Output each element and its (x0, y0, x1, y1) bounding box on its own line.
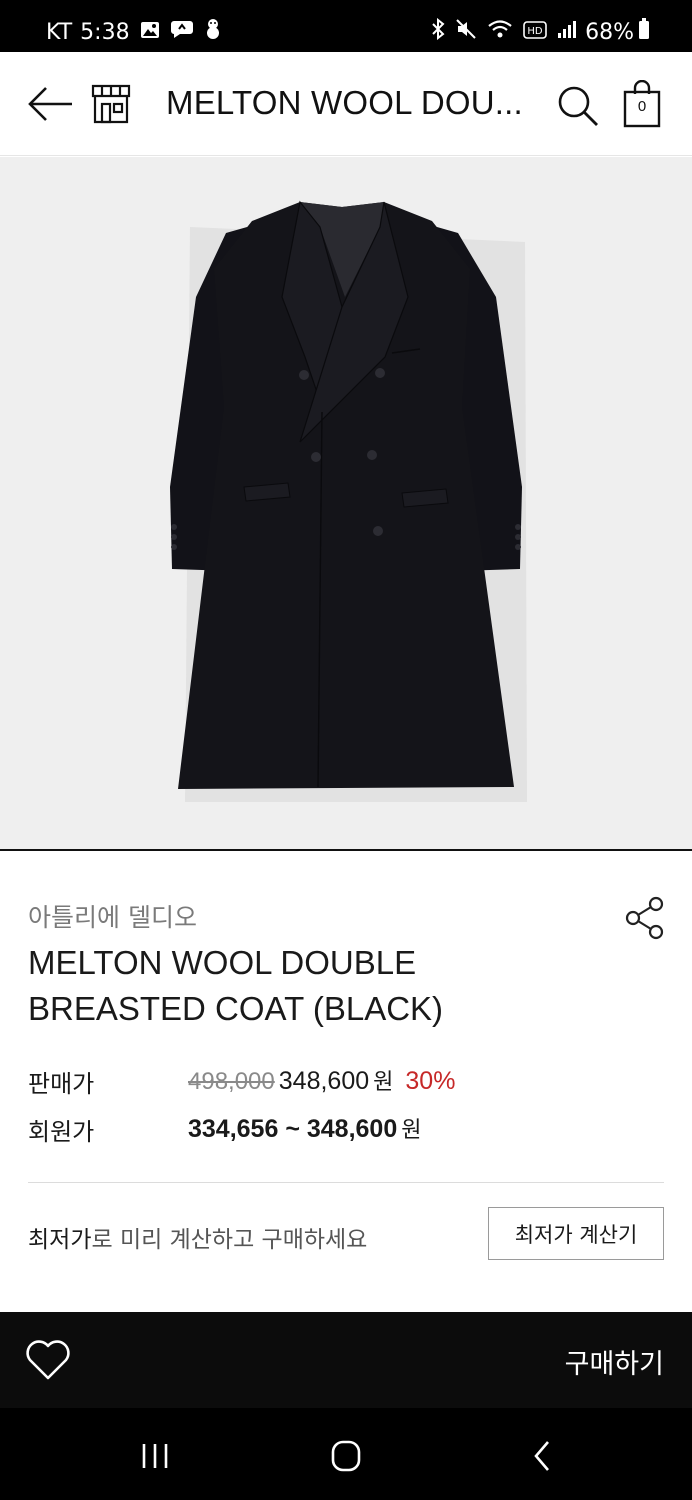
member-price-label: 회원가 (28, 1118, 95, 1146)
product-name-line2: BREASTED COAT (BLACK) (28, 990, 444, 1027)
share-icon[interactable] (624, 896, 666, 940)
member-price-values: 334,656 ~ 348,600 원 (188, 1112, 421, 1144)
member-price: 334,656 ~ 348,600 (188, 1115, 398, 1143)
store-icon[interactable] (90, 82, 132, 126)
wifi-icon (487, 18, 513, 46)
back-nav-icon[interactable] (524, 1436, 564, 1476)
svg-text:HD: HD (527, 26, 543, 37)
purchase-action-bar: 구매하기 (0, 1312, 692, 1408)
buy-button[interactable]: 구매하기 (565, 1342, 664, 1381)
mute-icon (455, 18, 477, 46)
cart-count-badge: 0 (637, 98, 647, 115)
calc-text-emphasis: 최저가 (28, 1227, 92, 1253)
sale-price-currency: 원 (373, 1070, 394, 1095)
divider (28, 1182, 664, 1183)
tree-icon (204, 18, 222, 46)
shopping-bag-icon[interactable]: 0 (622, 79, 662, 128)
app-header: MELTON WOOL DOU... 0 (0, 52, 692, 156)
battery-label: 68% (585, 19, 634, 45)
sale-price: 348,600 (278, 1067, 370, 1095)
member-price-row: 회원가 334,656 ~ 348,600 원 (28, 1112, 668, 1148)
sale-price-row: 판매가 498,000 348,600 원 30% (28, 1064, 668, 1100)
status-right: HD 68% (421, 17, 650, 46)
sale-price-values: 498,000 348,600 원 30% (188, 1064, 455, 1096)
coat-image (170, 200, 527, 802)
gallery-icon (140, 20, 160, 45)
lowest-price-calc-button[interactable]: 최저가 계산기 (488, 1207, 664, 1260)
recent-apps-icon[interactable] (136, 1436, 176, 1476)
brand-name[interactable]: 아틀리에 델디오 (28, 898, 197, 934)
chat-icon (170, 19, 194, 45)
status-left: KT 5:38 (46, 18, 222, 46)
page-title: MELTON WOOL DOU... (166, 84, 523, 121)
status-bar: KT 5:38 HD 68% (0, 0, 692, 52)
product-name: MELTON WOOL DOUBLE BREASTED COAT (BLACK) (28, 940, 628, 1032)
search-icon[interactable] (556, 84, 600, 128)
system-nav-bar (0, 1408, 692, 1500)
carrier-label: KT (46, 19, 73, 45)
time-label: 5:38 (80, 19, 130, 45)
signal-icon (557, 19, 577, 45)
battery-icon (638, 18, 650, 46)
product-name-line1: MELTON WOOL DOUBLE (28, 944, 417, 981)
hd-icon: HD (523, 20, 547, 45)
home-icon[interactable] (326, 1436, 366, 1476)
discount-rate: 30% (405, 1067, 456, 1095)
lowest-price-calc-text: 최저가로 미리 계산하고 구매하세요 (28, 1220, 367, 1254)
back-arrow-icon[interactable] (24, 82, 74, 126)
heart-icon[interactable] (24, 1338, 72, 1382)
calc-text-rest: 로 미리 계산하고 구매하세요 (91, 1227, 368, 1253)
bluetooth-icon (431, 17, 445, 46)
product-image[interactable] (0, 157, 692, 851)
original-price: 498,000 (188, 1068, 275, 1095)
member-price-currency: 원 (401, 1118, 422, 1143)
sale-price-label: 판매가 (28, 1070, 95, 1098)
